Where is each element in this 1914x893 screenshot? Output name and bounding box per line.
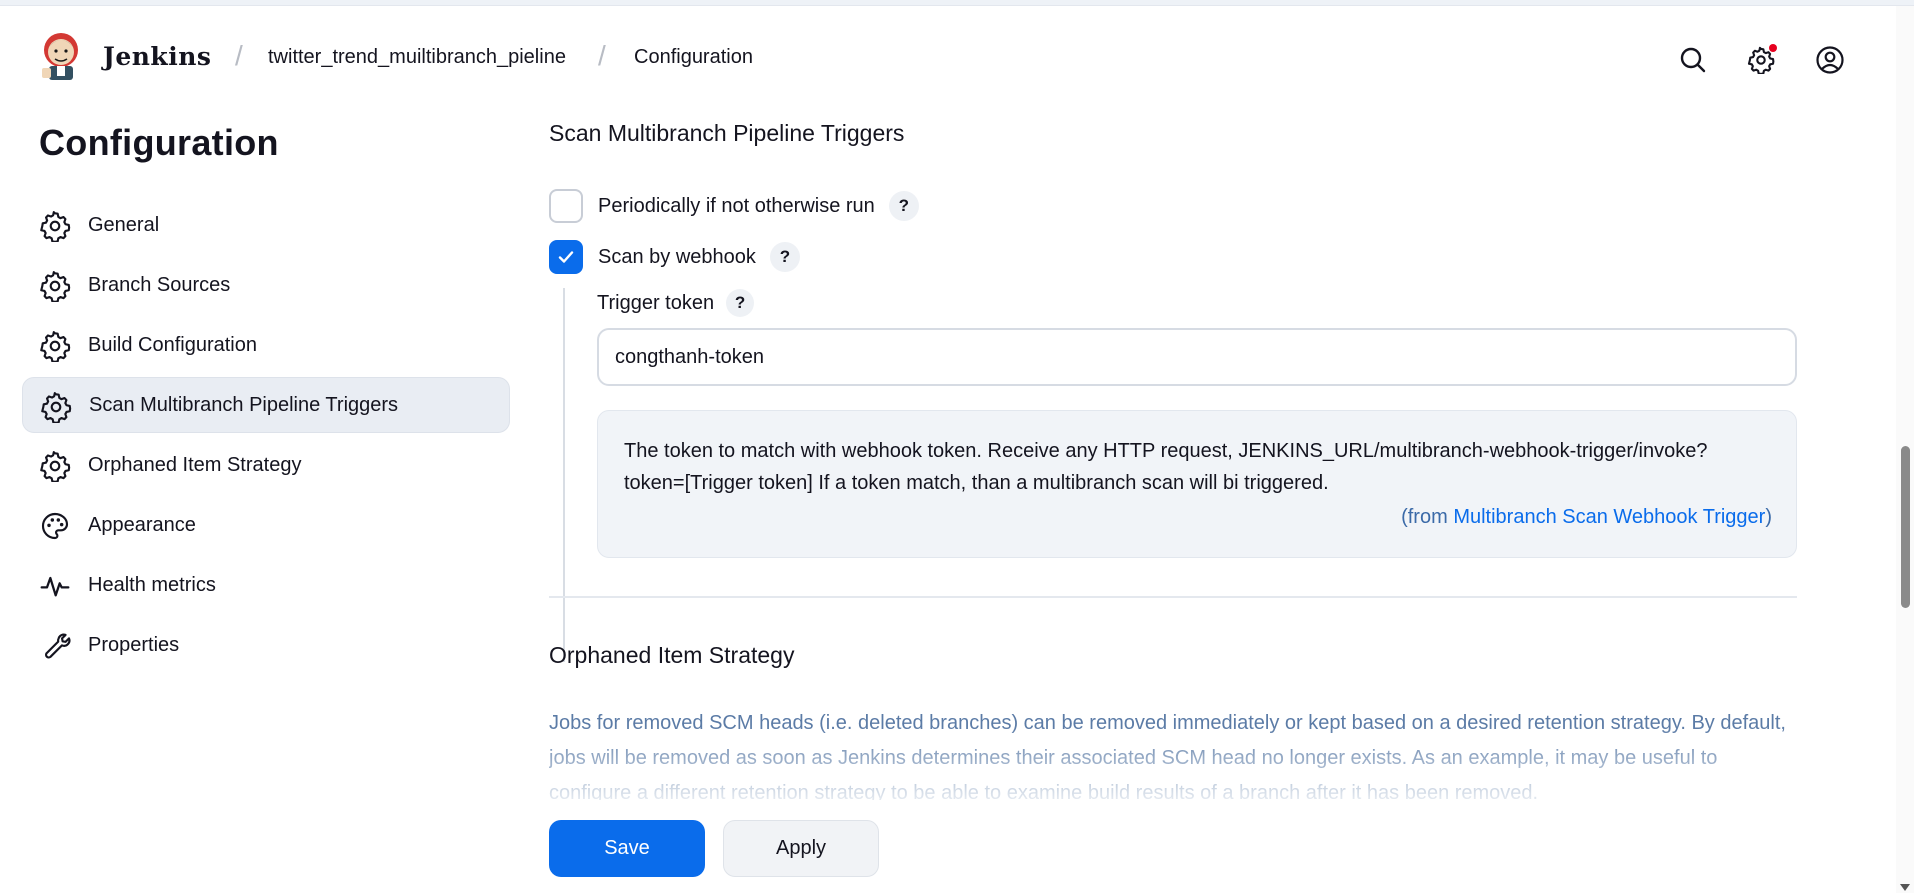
content-fade — [549, 726, 1799, 800]
wrench-icon — [45, 633, 71, 659]
trigger-token-label-row: Trigger token ? — [597, 289, 755, 317]
periodic-trigger-row: Periodically if not otherwise run ? — [549, 188, 919, 224]
section-title-orphaned: Orphaned Item Strategy — [549, 642, 795, 668]
periodic-trigger-label[interactable]: Periodically if not otherwise run — [598, 195, 875, 218]
help-icon[interactable]: ? — [888, 191, 919, 221]
help-text-line: The token to match with webhook token. R… — [624, 440, 1708, 462]
sidebar-item-health-metrics[interactable]: Health metrics — [22, 557, 510, 613]
webhook-trigger-label[interactable]: Scan by webhook — [598, 246, 756, 269]
notification-dot — [1769, 44, 1777, 52]
sidebar-item-branch-sources[interactable]: Branch Sources — [22, 257, 510, 313]
help-source-link[interactable]: Multibranch Scan Webhook Trigger — [1453, 506, 1765, 528]
help-icon[interactable]: ? — [769, 242, 800, 272]
sidebar-item-label: Branch Sources — [88, 273, 231, 296]
breadcrumb-separator: / — [598, 40, 606, 71]
top-header: Jenkins / twitter_trend_muiltibranch_pie… — [0, 6, 1896, 106]
trigger-token-help-box: The token to match with webhook token. R… — [597, 410, 1797, 558]
sidebar-title: Configuration — [39, 122, 279, 163]
brand-name[interactable]: Jenkins — [103, 42, 211, 71]
breadcrumb-separator: / — [235, 40, 243, 71]
trigger-token-label: Trigger token — [597, 291, 715, 314]
sidebar-nav: General Branch Sources Build Configurati… — [22, 197, 510, 677]
main-content: Scan Multibranch Pipeline Triggers Perio… — [549, 106, 1799, 800]
page-scrollbar[interactable] — [1896, 6, 1914, 893]
help-icon[interactable]: ? — [726, 289, 755, 317]
help-source-prefix: (from — [1401, 506, 1454, 528]
sidebar-item-build-configuration[interactable]: Build Configuration — [22, 317, 510, 373]
manage-jenkins-gear-icon[interactable] — [1745, 44, 1777, 76]
help-source: (from Multibranch Scan Webhook Trigger) — [1401, 501, 1772, 533]
periodic-trigger-checkbox[interactable] — [549, 189, 583, 223]
palette-icon — [41, 512, 69, 540]
trigger-token-input[interactable] — [597, 328, 1797, 386]
checkmark-icon — [558, 251, 574, 263]
webhook-trigger-row: Scan by webhook ? — [549, 239, 800, 275]
gear-icon — [40, 211, 71, 242]
sidebar-item-properties[interactable]: Properties — [22, 617, 510, 673]
breadcrumb-configuration[interactable]: Configuration — [634, 46, 753, 69]
webhook-trigger-checkbox[interactable] — [549, 240, 583, 274]
pulse-icon — [40, 576, 70, 597]
sidebar-item-label: Properties — [88, 633, 180, 656]
sidebar-item-label: Health metrics — [88, 573, 216, 596]
sidebar-item-orphaned-item-strategy[interactable]: Orphaned Item Strategy — [22, 437, 510, 493]
section-title-scan-triggers: Scan Multibranch Pipeline Triggers — [549, 120, 905, 146]
help-source-suffix: ) — [1765, 506, 1772, 528]
gear-icon — [40, 331, 71, 362]
sidebar-item-scan-triggers[interactable]: Scan Multibranch Pipeline Triggers — [22, 377, 510, 433]
sidebar-item-label: Scan Multibranch Pipeline Triggers — [89, 393, 399, 416]
sidebar-item-label: Orphaned Item Strategy — [88, 453, 302, 476]
save-button[interactable]: Save — [549, 820, 705, 877]
breadcrumb-project[interactable]: twitter_trend_muiltibranch_pieline — [268, 46, 566, 69]
user-account-icon[interactable] — [1814, 44, 1846, 76]
nested-section-bar — [563, 288, 565, 662]
sidebar-item-label: Build Configuration — [88, 333, 257, 356]
scrollbar-thumb[interactable] — [1901, 446, 1910, 608]
search-icon[interactable] — [1677, 44, 1709, 76]
gear-icon — [40, 271, 71, 302]
gear-icon — [40, 451, 71, 482]
jenkins-logo[interactable] — [38, 30, 84, 82]
sidebar-item-label: General — [88, 213, 160, 236]
bottom-action-bar — [0, 800, 1896, 893]
apply-button[interactable]: Apply — [723, 820, 879, 877]
scroll-down-arrow-icon[interactable] — [1900, 884, 1910, 891]
sidebar-item-label: Appearance — [88, 513, 196, 536]
sidebar-item-general[interactable]: General — [22, 197, 510, 253]
help-text-line: token=[Trigger token] If a token match, … — [624, 472, 1329, 494]
section-divider — [549, 596, 1797, 598]
sidebar-item-appearance[interactable]: Appearance — [22, 497, 510, 553]
gear-icon — [41, 392, 72, 423]
